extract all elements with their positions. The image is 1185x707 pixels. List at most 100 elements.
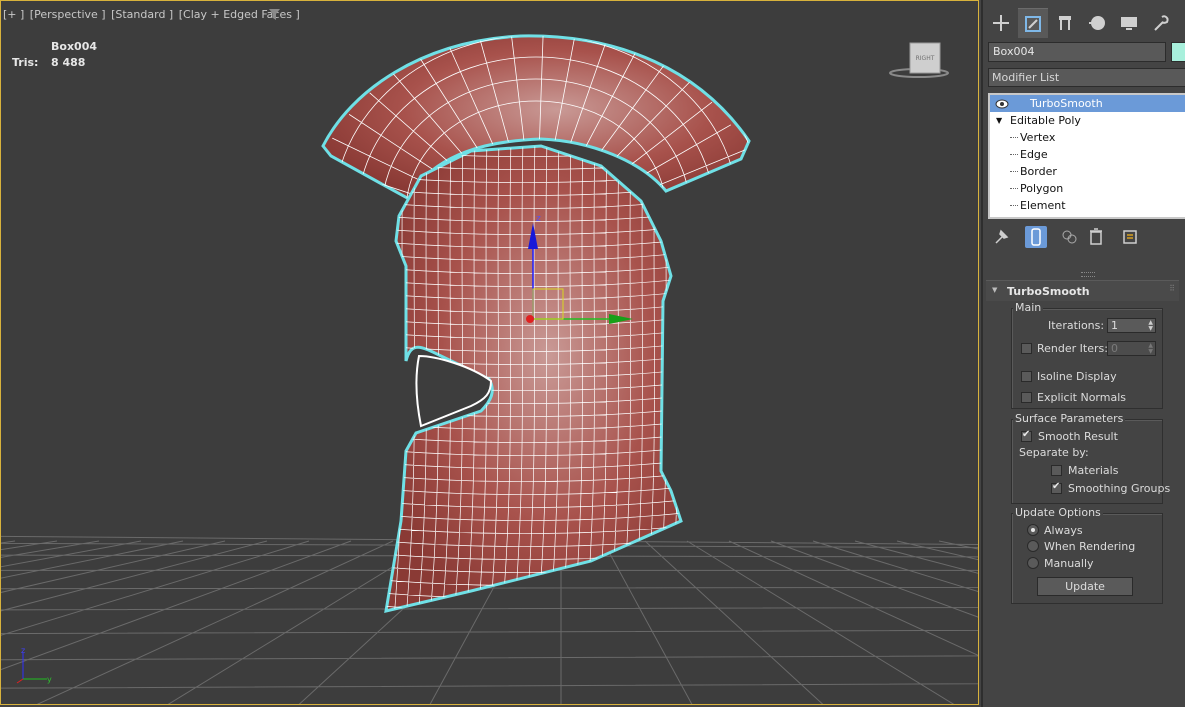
viewport-menu-plus[interactable]: [+ ] <box>3 8 24 21</box>
tripod-y-label: y <box>47 675 52 684</box>
explicit-normals-checkbox[interactable] <box>1021 392 1032 403</box>
scene-canvas[interactable]: z z y <box>1 1 979 705</box>
iterations-label: Iterations: <box>1048 319 1105 332</box>
subobject-edge-label: Edge <box>1010 148 1048 161</box>
rollout-collapse-icon: ▼ <box>992 286 998 294</box>
surface-params-label: Surface Parameters <box>1013 412 1126 425</box>
separate-by-label: Separate by: <box>1019 446 1089 459</box>
modify-icon <box>1025 16 1041 32</box>
tab-utilities[interactable] <box>1146 8 1176 38</box>
subobject-vertex-label: Vertex <box>1009 131 1056 144</box>
gizmo-z-label: z <box>536 214 541 224</box>
panel-divider <box>981 0 983 707</box>
spinner-arrows-icon[interactable]: ▲ ▼ <box>1148 320 1153 332</box>
tab-modify[interactable] <box>1018 8 1048 38</box>
materials-checkbox[interactable] <box>1051 465 1062 476</box>
rollout-turbosmooth-title: TurboSmooth <box>1007 285 1090 298</box>
when-rendering-radio[interactable] <box>1027 540 1039 552</box>
modifier-list-dropdown[interactable]: Modifier List <box>988 68 1185 87</box>
spinner-arrows-icon[interactable]: ▲ ▼ <box>1148 343 1153 355</box>
when-rendering-label: When Rendering <box>1044 540 1136 553</box>
hierarchy-icon <box>1059 16 1071 30</box>
filter-icon[interactable] <box>269 9 280 20</box>
utilities-icon <box>1154 15 1169 31</box>
main-group-label: Main <box>1013 301 1044 314</box>
subobject-vertex[interactable]: Vertex <box>990 129 1185 146</box>
subobject-polygon[interactable]: Polygon <box>990 180 1185 197</box>
isoline-display-checkbox[interactable] <box>1021 371 1032 382</box>
remove-modifier-button[interactable] <box>1085 226 1107 248</box>
update-options-label: Update Options <box>1013 506 1103 519</box>
end-result-icon <box>1031 228 1041 246</box>
tab-create[interactable] <box>986 8 1016 38</box>
stack-item-turbosmooth[interactable]: TurboSmooth <box>990 95 1185 112</box>
panel-resize-grip[interactable] <box>1081 272 1095 277</box>
subobject-element-label: Element <box>1010 199 1066 212</box>
subobject-border-label: Border <box>1010 165 1057 178</box>
subobject-edge[interactable]: Edge <box>990 146 1185 163</box>
render-iters-value: 0 <box>1111 342 1118 355</box>
command-panel-tabs <box>986 8 1181 38</box>
iterations-spinner[interactable]: 1 ▲ ▼ <box>1107 318 1156 333</box>
stats-tris-value: 8 488 <box>51 56 86 69</box>
subobject-element[interactable]: Element <box>990 197 1185 214</box>
make-unique-icon <box>1062 230 1077 244</box>
tab-display[interactable] <box>1114 8 1144 38</box>
rollout-grip-icon: ⠿ <box>1169 284 1175 293</box>
collapse-triangle-icon[interactable]: ▼ <box>996 112 1002 129</box>
display-icon <box>1121 17 1137 30</box>
command-panel: Box004 Modifier List TurboSmooth ▼ Edita… <box>981 0 1185 707</box>
render-iters-spinner[interactable]: 0 ▲ ▼ <box>1107 341 1156 356</box>
show-end-result-button[interactable] <box>1025 226 1047 248</box>
make-unique-button[interactable] <box>1059 226 1081 248</box>
configure-sets-button[interactable] <box>1119 226 1141 248</box>
always-label: Always <box>1044 524 1083 537</box>
viewcube-face-label: RIGHT <box>916 55 935 62</box>
always-radio[interactable] <box>1027 524 1039 536</box>
explicit-normals-label: Explicit Normals <box>1037 391 1126 404</box>
manually-label: Manually <box>1044 557 1094 570</box>
stack-toolbar <box>991 226 1141 248</box>
viewport-menu-display[interactable]: [Clay + Edged Faces ] <box>179 8 300 21</box>
modifier-list-label: Modifier List <box>992 71 1060 84</box>
rollout-turbosmooth-header[interactable]: ▼ TurboSmooth ⠿ <box>986 280 1179 301</box>
axis-tripod-icon: z y <box>16 646 52 684</box>
stats-tris-label: Tris: <box>12 56 39 69</box>
modifier-stack[interactable]: TurboSmooth ▼ Editable Poly Vertex Edge … <box>988 93 1185 219</box>
plus-icon <box>993 15 1009 31</box>
configure-icon <box>1123 230 1137 244</box>
motion-icon <box>1089 16 1105 30</box>
viewport-label-menu[interactable]: [+ ] [Perspective ] [Standard ] [Clay + … <box>3 8 302 21</box>
viewcube[interactable]: RIGHT <box>889 41 949 81</box>
manually-radio[interactable] <box>1027 557 1039 569</box>
smooth-result-checkbox[interactable] <box>1021 429 1032 442</box>
update-button[interactable]: Update <box>1037 577 1133 596</box>
helmet-body <box>384 144 683 613</box>
stack-item-turbosmooth-label: TurboSmooth <box>1030 97 1103 110</box>
render-iters-label: Render Iters: <box>1037 342 1108 355</box>
tab-hierarchy[interactable] <box>1050 8 1080 38</box>
object-color-swatch[interactable] <box>1171 42 1185 62</box>
isoline-display-label: Isoline Display <box>1037 370 1117 383</box>
viewport-menu-shading-std[interactable]: [Standard ] <box>111 8 173 21</box>
smoothing-groups-label: Smoothing Groups <box>1068 482 1171 495</box>
tripod-z-label: z <box>21 646 25 655</box>
perspective-viewport[interactable]: z z y [+ ] [Perspective ] [Standard ] [C… <box>0 0 979 705</box>
eye-icon[interactable] <box>995 99 1009 109</box>
pin-stack-button[interactable] <box>991 226 1013 248</box>
object-name-field[interactable]: Box004 <box>988 42 1166 62</box>
viewport-menu-pov[interactable]: [Perspective ] <box>30 8 106 21</box>
trash-icon <box>1090 228 1102 245</box>
smooth-result-label: Smooth Result <box>1038 430 1118 443</box>
subobject-border[interactable]: Border <box>990 163 1185 180</box>
iterations-value: 1 <box>1111 319 1118 332</box>
stack-item-editable-poly-label: Editable Poly <box>1010 114 1081 127</box>
smoothing-groups-checkbox[interactable] <box>1051 481 1062 494</box>
materials-label: Materials <box>1068 464 1119 477</box>
subobject-polygon-label: Polygon <box>1009 182 1064 195</box>
stats-object-name: Box004 <box>51 40 97 53</box>
render-iters-checkbox[interactable] <box>1021 343 1032 354</box>
tab-motion[interactable] <box>1082 8 1112 38</box>
stack-item-editable-poly[interactable]: ▼ Editable Poly <box>990 112 1185 129</box>
pin-icon <box>995 229 1009 244</box>
